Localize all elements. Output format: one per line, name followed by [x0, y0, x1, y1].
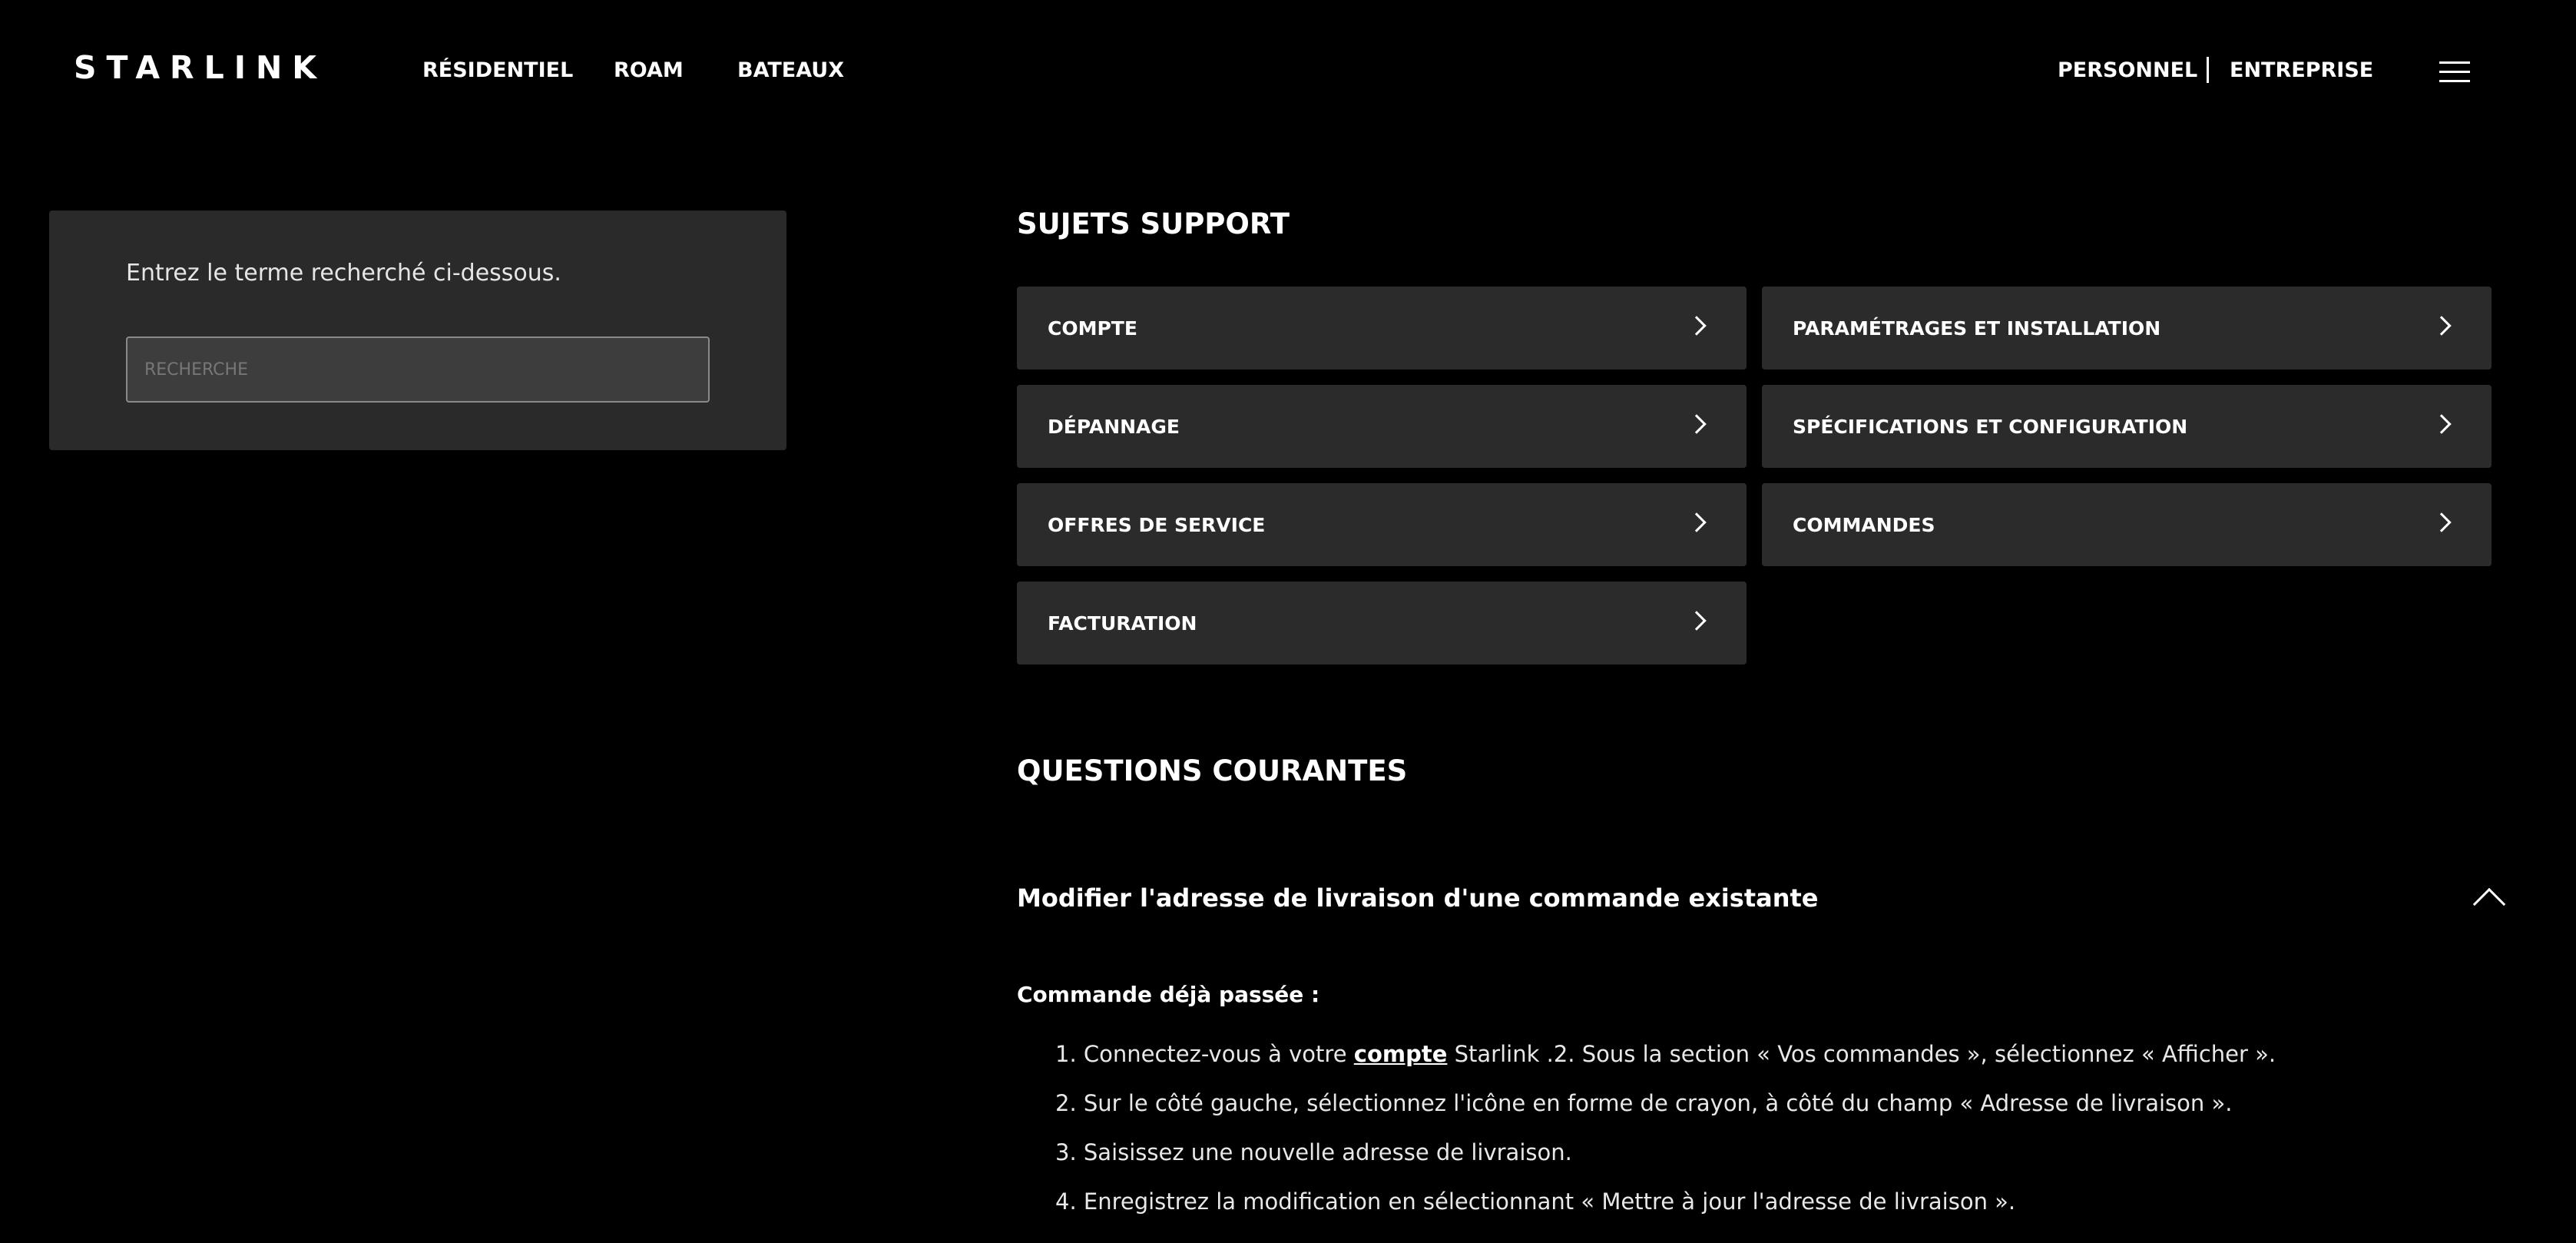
support-topics-title: SUJETS SUPPORT [1017, 207, 1290, 240]
hamburger-menu-icon[interactable] [2439, 61, 2470, 83]
step-text: Starlink .2. Sous la section « Vos comma… [1447, 1041, 2276, 1067]
search-input[interactable] [126, 336, 710, 403]
starlink-logo[interactable]: STARLINK [74, 49, 326, 86]
compte-link[interactable]: compte [1354, 1041, 1448, 1067]
topic-label: PARAMÉTRAGES ET INSTALLATION [1793, 317, 2161, 340]
chevron-up-icon[interactable] [2472, 887, 2506, 921]
nav-divider [2207, 57, 2209, 83]
chevron-right-icon [1687, 512, 1707, 532]
topic-facturation[interactable]: FACTURATION [1017, 582, 1747, 665]
chevron-right-icon [1687, 414, 1707, 434]
nav-bateaux[interactable]: BATEAUX [737, 58, 844, 82]
topic-depannage[interactable]: DÉPANNAGE [1017, 385, 1747, 468]
chevron-right-icon [2432, 414, 2452, 434]
topic-label: COMPTE [1048, 317, 1137, 340]
topic-parametrages-installation[interactable]: PARAMÉTRAGES ET INSTALLATION [1762, 287, 2492, 370]
step-text: 1. Connectez-vous à votre [1055, 1041, 1354, 1067]
topic-label: DÉPANNAGE [1048, 416, 1180, 438]
chevron-right-icon [1687, 316, 1707, 336]
faq-subhead: Commande déjà passée : [1017, 982, 1320, 1007]
site-header: STARLINK RÉSIDENTIEL ROAM BATEAUX PERSON… [0, 0, 2576, 143]
faq-step: 2. Sur le côté gauche, sélectionnez l'ic… [1055, 1090, 2233, 1116]
faq-question[interactable]: Modifier l'adresse de livraison d'une co… [1017, 883, 1818, 913]
faq-step: 3. Saisissez une nouvelle adresse de liv… [1055, 1139, 1572, 1165]
chevron-right-icon [1687, 611, 1707, 631]
nav-residentiel[interactable]: RÉSIDENTIEL [422, 58, 573, 82]
nav-entreprise[interactable]: ENTREPRISE [2230, 58, 2373, 82]
search-prompt: Entrez le terme recherché ci-dessous. [126, 260, 561, 287]
topic-specifications-configuration[interactable]: SPÉCIFICATIONS ET CONFIGURATION [1762, 385, 2492, 468]
topic-offres-de-service[interactable]: OFFRES DE SERVICE [1017, 483, 1747, 566]
nav-roam[interactable]: ROAM [614, 58, 684, 82]
topic-compte[interactable]: COMPTE [1017, 287, 1747, 370]
faq-title: QUESTIONS COURANTES [1017, 754, 1408, 787]
faq-step: 1. Connectez-vous à votre compte Starlin… [1055, 1041, 2276, 1067]
chevron-right-icon [2432, 316, 2452, 336]
nav-personnel[interactable]: PERSONNEL [2058, 58, 2197, 82]
search-panel: Entrez le terme recherché ci-dessous. [49, 210, 786, 450]
topic-label: OFFRES DE SERVICE [1048, 514, 1266, 536]
topic-label: COMMANDES [1793, 514, 1935, 536]
topic-label: SPÉCIFICATIONS ET CONFIGURATION [1793, 416, 2188, 438]
chevron-right-icon [2432, 512, 2452, 532]
faq-step: 4. Enregistrez la modification en sélect… [1055, 1188, 2016, 1215]
topic-commandes[interactable]: COMMANDES [1762, 483, 2492, 566]
topic-label: FACTURATION [1048, 612, 1197, 635]
